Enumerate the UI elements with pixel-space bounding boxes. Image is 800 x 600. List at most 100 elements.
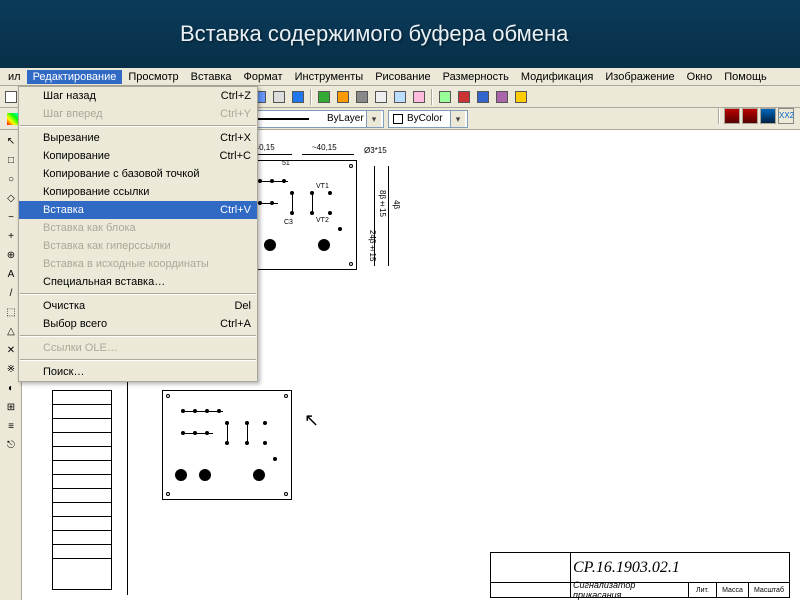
menu-item-label: Вставка как блока [43, 222, 136, 234]
pencil-icon [458, 91, 470, 103]
menu-item-shortcut: Ctrl+X [200, 132, 251, 144]
props-icon [273, 91, 285, 103]
tb-lit: Лит. [689, 583, 717, 597]
menu-item-label: Поиск… [43, 366, 84, 378]
menu-item-shortcut: Del [214, 300, 251, 312]
dim-text: 24β±15 [368, 230, 377, 261]
menu-item-поиск…[interactable]: Поиск… [19, 363, 257, 381]
globe-icon [318, 91, 330, 103]
menu-вставка[interactable]: Вставка [185, 70, 238, 84]
menu-item-label: Вырезание [43, 132, 100, 144]
menu-item-label: Вставка как гиперссылки [43, 240, 171, 252]
menu-изображение[interactable]: Изображение [599, 70, 680, 84]
pcb-lower [162, 390, 292, 500]
menu-помощь[interactable]: Помощь [718, 70, 773, 84]
tool-button[interactable]: ⊞ [2, 398, 20, 416]
comp-vt1: VT1 [316, 183, 329, 190]
sheet-button[interactable] [372, 88, 390, 106]
menu-модификация[interactable]: Модификация [515, 70, 600, 84]
color-combo[interactable]: ByColor [388, 110, 468, 128]
a-blue-button[interactable] [289, 88, 307, 106]
revision-table [52, 390, 112, 590]
camera-icon [356, 91, 368, 103]
menu-item-label: Специальная вставка… [43, 276, 165, 288]
star-icon [515, 91, 527, 103]
separator [431, 89, 433, 105]
menu-separator [20, 125, 256, 127]
menu-item-label: Копирование с базовой точкой [43, 168, 200, 180]
camera-button[interactable] [353, 88, 371, 106]
weight-preview [249, 118, 309, 120]
dim-phi: Ø3*15 [364, 146, 387, 155]
menu-separator [20, 335, 256, 337]
props-button[interactable] [270, 88, 288, 106]
menu-bar: илРедактированиеПросмотрВставкаФорматИнс… [0, 68, 800, 86]
menu-item-shortcut: Ctrl+V [200, 204, 251, 216]
menu-item-label: Выбор всего [43, 318, 107, 330]
menu-редактирование[interactable]: Редактирование [27, 70, 123, 84]
layers-button[interactable] [391, 88, 409, 106]
menu-item-очистка[interactable]: Очистка Del [19, 297, 257, 315]
menu-item-вставка-как-гиперссылки: Вставка как гиперссылки [19, 237, 257, 255]
menu-item-специальная-вставка…[interactable]: Специальная вставка… [19, 273, 257, 291]
menu-item-выбор-всего[interactable]: Выбор всегоCtrl+A [19, 315, 257, 333]
a-blue-icon [292, 91, 304, 103]
menu-item-label: Копирование ссылки [43, 186, 149, 198]
star-button[interactable] [512, 88, 530, 106]
menu-item-label: Вставка [43, 204, 84, 216]
pencil-button[interactable] [455, 88, 473, 106]
slide-title: Вставка содержимого буфера обмена [180, 21, 568, 47]
menu-просмотр[interactable]: Просмотр [122, 70, 184, 84]
tool-button[interactable]: ≡ [2, 417, 20, 435]
dim-text: 8β±15 [378, 190, 387, 217]
lineweight-combo[interactable]: ByLayer [244, 110, 384, 128]
menu-item-label: Вставка в исходные координаты [43, 258, 209, 270]
menu-item-копирование[interactable]: Копирование Ctrl+C [19, 147, 257, 165]
menu-размерность[interactable]: Размерность [437, 70, 515, 84]
separator [310, 89, 312, 105]
xx2-button[interactable]: XX2 [778, 108, 794, 124]
dim-text: ~40,15 [312, 143, 337, 152]
dim-text: 4β [392, 200, 401, 209]
dim-line [302, 154, 354, 155]
menu-item-вставка-в-исходные-координаты: Вставка в исходные координаты [19, 255, 257, 273]
menu-item-label: Очистка [43, 300, 85, 312]
plot-button[interactable] [410, 88, 428, 106]
menu-item-вставка[interactable]: Вставка Ctrl+V [19, 201, 257, 219]
drawing-caption: Сигнализатор прикасания [571, 583, 689, 597]
tool-button[interactable]: ⎋ [2, 436, 20, 454]
lineweight-text: ByLayer [327, 113, 364, 124]
find-button[interactable] [334, 88, 352, 106]
drawing-number: СР.16.1903.02.1 [571, 553, 789, 582]
menu-инструменты[interactable]: Инструменты [289, 70, 370, 84]
lock-button[interactable] [493, 88, 511, 106]
paste-cursor-icon: ↖ [304, 410, 319, 431]
menu-item-шаг-назад[interactable]: Шаг назадCtrl+Z [19, 87, 257, 105]
menu-item-вставка-как-блока: Вставка как блока [19, 219, 257, 237]
brush-button[interactable] [474, 88, 492, 106]
swatch-blue[interactable] [760, 108, 776, 124]
menu-item-label: Ссылки OLE… [43, 342, 118, 354]
comp-vt2: VT2 [316, 217, 329, 224]
swatch-red2[interactable] [742, 108, 758, 124]
help-button[interactable] [436, 88, 454, 106]
new-icon [5, 91, 17, 103]
menu-окно[interactable]: Окно [681, 70, 719, 84]
menu-item-копирование-с-базовой-точкой[interactable]: Копирование с базовой точкой [19, 165, 257, 183]
swatch-red[interactable] [724, 108, 740, 124]
plot-icon [413, 91, 425, 103]
menu-item-копирование-ссылки[interactable]: Копирование ссылки [19, 183, 257, 201]
comp-c3: C3 [284, 219, 293, 226]
menu-item-вырезание[interactable]: Вырезание Ctrl+X [19, 129, 257, 147]
drawing-frame [127, 355, 128, 595]
menu-рисование[interactable]: Рисование [369, 70, 436, 84]
menu-separator [20, 359, 256, 361]
menu-item-label: Копирование [43, 150, 110, 162]
menu-item-label: Шаг назад [43, 90, 96, 102]
dim-line-v [388, 166, 389, 266]
menu-формат[interactable]: Формат [238, 70, 289, 84]
globe-button[interactable] [315, 88, 333, 106]
tb-scale: Масштаб [749, 583, 789, 597]
menu-ил[interactable]: ил [2, 70, 27, 84]
menu-item-shortcut: Ctrl+C [200, 150, 251, 162]
